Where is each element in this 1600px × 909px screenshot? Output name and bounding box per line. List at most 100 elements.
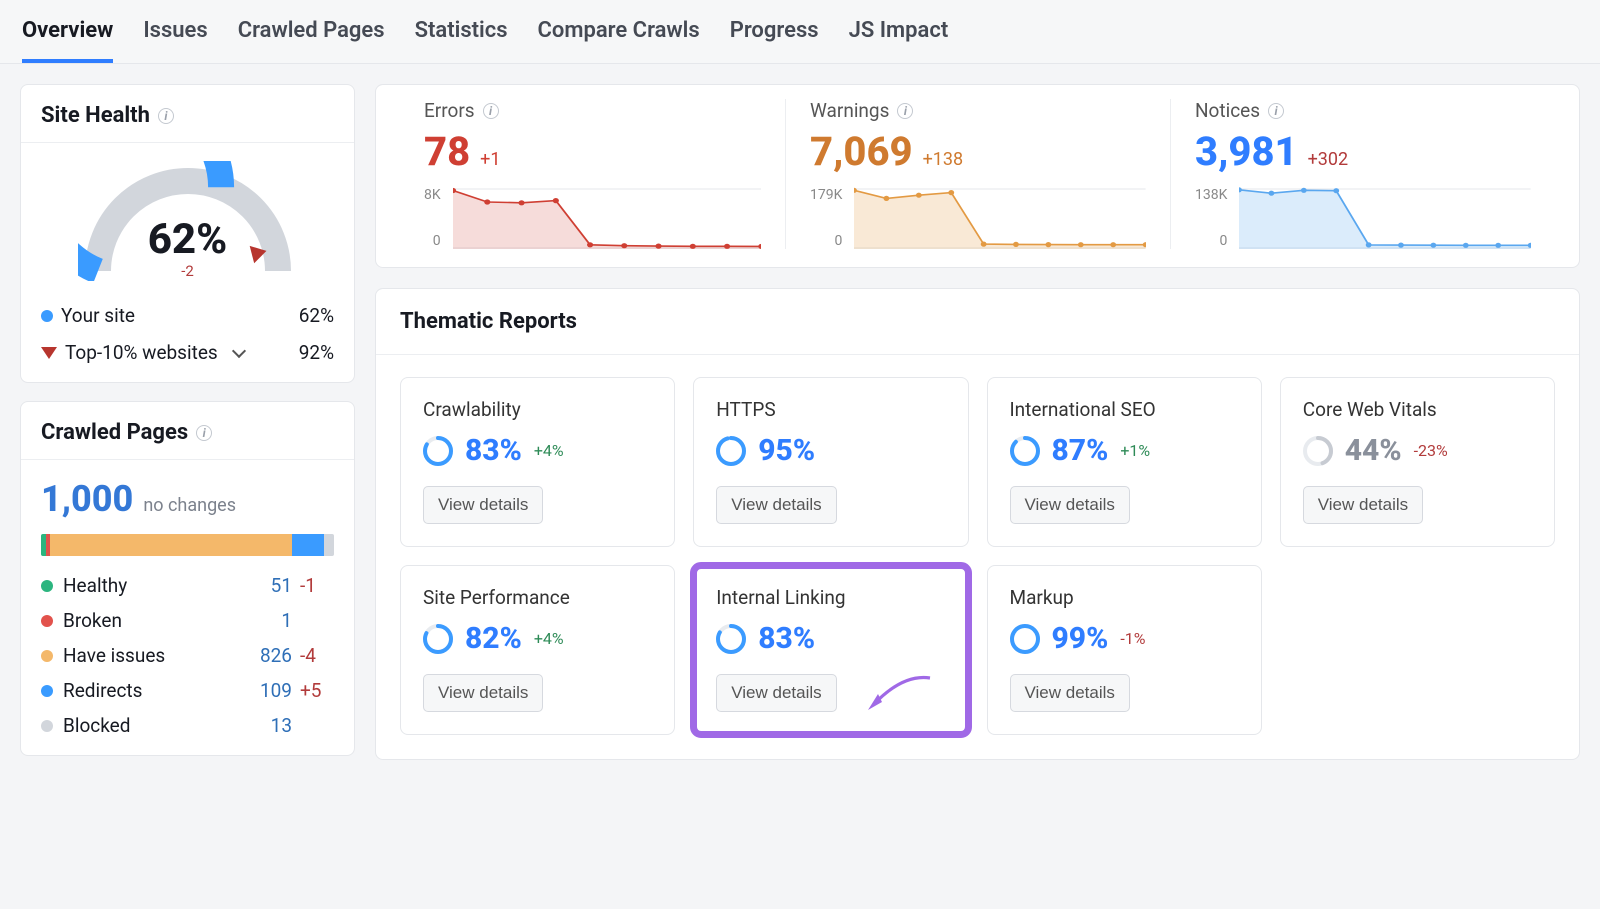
axis-label: 0 (1195, 233, 1227, 249)
metric-errors-value: 78 (424, 128, 470, 175)
view-details-button[interactable]: View details (716, 486, 836, 524)
report-delta: -1% (1120, 629, 1145, 648)
info-icon[interactable]: i (196, 425, 212, 441)
legend-delta: +5 (300, 679, 334, 702)
metric-notices-delta: +302 (1308, 149, 1349, 170)
crawled-pages-change: no changes (143, 495, 236, 516)
metric-errors-delta: +1 (480, 149, 500, 170)
crawled-pages-row[interactable]: Healthy51-1 (41, 574, 334, 597)
metric-notices[interactable]: Notices i 3,981 +302 138K 0 (1170, 99, 1555, 249)
crawled-pages-row[interactable]: Broken 1 (41, 609, 334, 632)
crawled-pages-title: Crawled Pages (41, 420, 188, 445)
report-core-web-vitals: Core Web Vitals44%-23%View details (1280, 377, 1555, 547)
warnings-sparkline (854, 187, 1146, 249)
legend-label: Have issues (63, 644, 165, 667)
report-internal-linking: Internal Linking83%View details (693, 565, 968, 735)
legend-dot-icon (41, 615, 53, 627)
site-health-title: Site Health (41, 103, 150, 128)
axis-label: 0 (424, 233, 441, 249)
crawled-pages-bar (41, 534, 334, 556)
view-details-button[interactable]: View details (423, 674, 543, 712)
metric-warnings[interactable]: Warnings i 7,069 +138 179K 0 (785, 99, 1170, 249)
view-details-button[interactable]: View details (1010, 486, 1130, 524)
view-details-button[interactable]: View details (1303, 486, 1423, 524)
report-score: 83% (465, 433, 522, 468)
tab-progress[interactable]: Progress (730, 0, 819, 63)
site-health-row: Your site62% (41, 304, 334, 327)
tab-issues[interactable]: Issues (143, 0, 207, 63)
report-score: 99% (1052, 621, 1109, 656)
report-markup: Markup99%-1%View details (987, 565, 1262, 735)
report-international-seo: International SEO 87% +1% View details (987, 377, 1262, 547)
report-score: 82% (465, 621, 522, 656)
legend-label: Redirects (63, 679, 142, 702)
axis-label: 138K (1195, 187, 1227, 203)
metric-errors[interactable]: Errors i 78 +1 8K 0 (400, 99, 785, 249)
crawled-pages-row[interactable]: Blocked13 (41, 714, 334, 737)
crawled-pages-total: 1,000 (41, 478, 133, 520)
metric-warnings-value: 7,069 (810, 128, 913, 175)
report-title: Crawlability (423, 398, 652, 421)
metric-notices-label: Notices (1195, 99, 1260, 122)
donut-icon (716, 624, 746, 654)
legend-label: Blocked (63, 714, 130, 737)
legend-label: Top-10% websites (65, 341, 218, 364)
donut-icon (1010, 436, 1040, 466)
report-delta: +4% (534, 629, 564, 648)
donut-icon (423, 624, 453, 654)
legend-value: 109 (246, 679, 292, 702)
info-icon[interactable]: i (158, 108, 174, 124)
triangle-down-icon (41, 347, 57, 359)
bar-segment (324, 534, 334, 556)
report-https: HTTPS95%View details (693, 377, 968, 547)
legend-value: 92% (299, 341, 334, 364)
legend-delta: -4 (300, 644, 334, 667)
tab-crawled-pages[interactable]: Crawled Pages (238, 0, 385, 63)
axis-label: 8K (424, 187, 441, 203)
report-score: 44% (1345, 433, 1402, 468)
report-title: International SEO (1010, 398, 1239, 421)
tab-compare-crawls[interactable]: Compare Crawls (538, 0, 700, 63)
thematic-reports-title: Thematic Reports (376, 289, 1579, 355)
metric-notices-value: 3,981 (1195, 128, 1298, 175)
crawled-pages-row[interactable]: Have issues826-4 (41, 644, 334, 667)
info-icon[interactable]: i (897, 103, 913, 119)
report-score: 87% (1052, 433, 1109, 468)
site-health-row[interactable]: Top-10% websites 92% (41, 341, 334, 364)
report-delta: +1% (1120, 441, 1150, 460)
legend-dot-icon (41, 580, 53, 592)
tab-js-impact[interactable]: JS Impact (849, 0, 949, 63)
legend-dot-icon (41, 685, 53, 697)
tab-statistics[interactable]: Statistics (415, 0, 508, 63)
thematic-reports-card: Thematic Reports Crawlability 83% +4% View … (375, 288, 1580, 760)
info-icon[interactable]: i (483, 103, 499, 119)
crawled-pages-row[interactable]: Redirects 109 +5 (41, 679, 334, 702)
report-crawlability: Crawlability 83% +4% View details (400, 377, 675, 547)
info-icon[interactable]: i (1268, 103, 1284, 119)
view-details-button[interactable]: View details (423, 486, 543, 524)
donut-icon (1010, 624, 1040, 654)
legend-delta: -1 (300, 574, 334, 597)
donut-icon (423, 436, 453, 466)
tab-overview[interactable]: Overview (22, 0, 113, 63)
report-site-performance: Site Performance82%+4%View details (400, 565, 675, 735)
bar-segment (292, 534, 324, 556)
legend-value: 62% (299, 304, 334, 327)
donut-icon (716, 436, 746, 466)
donut-icon (1303, 436, 1333, 466)
legend-dot-icon (41, 650, 53, 662)
report-title: HTTPS (716, 398, 945, 421)
report-score: 83% (758, 621, 815, 656)
legend-dot-icon (41, 720, 53, 732)
chevron-down-icon (232, 344, 246, 358)
legend-label: Healthy (63, 574, 127, 597)
view-details-button[interactable]: View details (1010, 674, 1130, 712)
view-details-button[interactable]: View details (716, 674, 836, 712)
bar-segment (50, 534, 292, 556)
legend-value: 1 (246, 609, 292, 632)
main-tabs: Overview Issues Crawled Pages Statistics Com… (0, 0, 1600, 64)
axis-label: 179K (810, 187, 842, 203)
legend-label: Broken (63, 609, 122, 632)
report-delta: +4% (534, 441, 564, 460)
errors-sparkline (453, 187, 761, 249)
